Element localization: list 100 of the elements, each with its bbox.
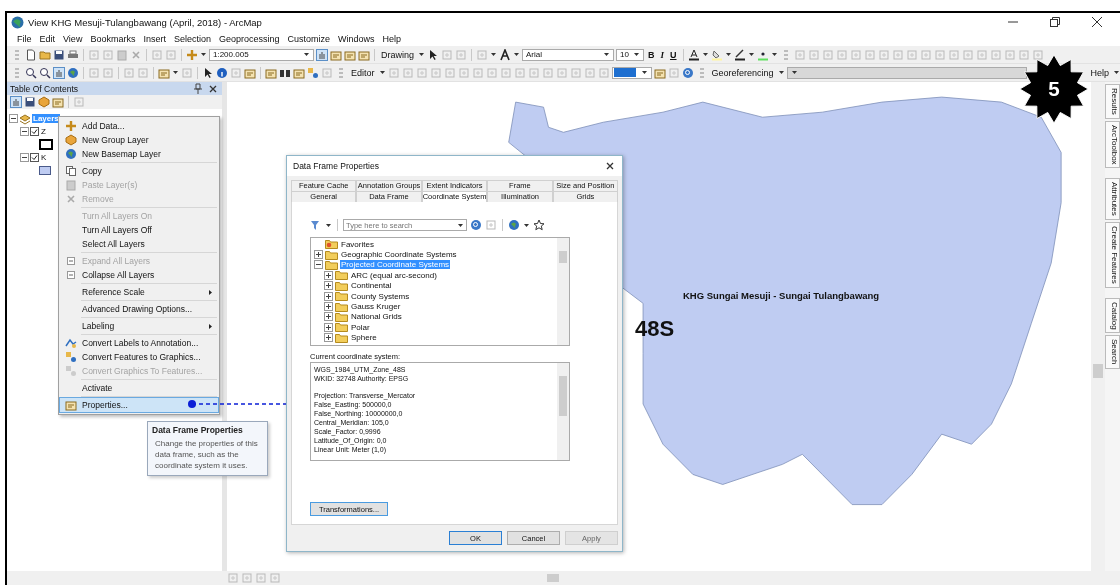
menu-item[interactable]: Convert Labels to Annotation... xyxy=(60,336,218,350)
options-icon[interactable] xyxy=(73,96,85,108)
bold-button[interactable]: B xyxy=(646,49,657,60)
line-color-icon[interactable] xyxy=(733,48,746,61)
tree-item[interactable]: Sphere xyxy=(350,333,378,343)
new-file-icon[interactable] xyxy=(25,48,37,61)
font-color-icon[interactable] xyxy=(687,48,700,61)
menu-item[interactable]: Customize xyxy=(283,33,334,44)
menu-item[interactable]: Help xyxy=(378,33,406,44)
font-dropdown[interactable]: Arial xyxy=(522,48,614,61)
data-view-icon[interactable] xyxy=(241,572,253,584)
tree-item[interactable]: County Systems xyxy=(350,291,411,301)
menu-item[interactable]: Geoprocessing xyxy=(214,33,284,44)
editor-menu[interactable]: Editor xyxy=(349,67,377,78)
menu-item[interactable]: Reference Scale xyxy=(60,285,218,299)
drawing-menu[interactable]: Drawing xyxy=(379,49,416,60)
expand-toggle[interactable] xyxy=(324,302,333,312)
expand-toggle[interactable] xyxy=(324,291,333,301)
tree-item[interactable]: Polar xyxy=(350,322,371,332)
globe-icon[interactable] xyxy=(67,66,79,79)
expand-toggle[interactable] xyxy=(324,312,333,322)
georeferencing-menu[interactable]: Georeferencing xyxy=(709,67,776,78)
window-icon[interactable] xyxy=(344,48,356,61)
full-extent-icon[interactable] xyxy=(102,66,114,79)
menu-item[interactable]: New Basemap Layer xyxy=(60,147,218,161)
menu-item[interactable]: Windows xyxy=(334,33,379,44)
scrollbar[interactable] xyxy=(557,238,569,345)
globe-icon[interactable] xyxy=(508,219,520,231)
font-size-dropdown[interactable]: 10 xyxy=(616,48,644,61)
checkbox[interactable] xyxy=(30,153,39,162)
rectangle-icon[interactable] xyxy=(476,48,488,61)
paste-icon[interactable] xyxy=(116,48,128,61)
side-tab[interactable]: Search xyxy=(1105,335,1120,369)
window-icon[interactable] xyxy=(330,48,342,61)
add-data-icon[interactable] xyxy=(186,48,198,61)
expand-toggle[interactable] xyxy=(314,250,323,260)
menu-item[interactable]: File xyxy=(13,33,36,44)
checkbox[interactable] xyxy=(30,127,39,136)
restore-icon[interactable] xyxy=(1050,17,1060,27)
layer-dropdown[interactable] xyxy=(786,66,1027,79)
window-icon[interactable] xyxy=(358,48,370,61)
expand-toggle[interactable] xyxy=(324,322,333,332)
side-tab[interactable]: Catalog xyxy=(1105,297,1120,334)
pause-icon[interactable] xyxy=(269,572,281,584)
expand-toggle[interactable] xyxy=(314,260,323,270)
tree-item[interactable]: National Grids xyxy=(350,312,403,322)
tool-icon[interactable] xyxy=(653,66,666,79)
expand-toggle[interactable] xyxy=(324,333,333,343)
tree-item[interactable]: Geographic Coordinate Systems xyxy=(340,250,458,260)
menu-item[interactable]: Copy xyxy=(60,164,218,178)
side-tab[interactable]: ArcToolbox xyxy=(1105,120,1120,169)
menu-item[interactable]: New Group Layer xyxy=(60,133,218,147)
fill-color-icon[interactable] xyxy=(710,48,723,61)
scale-dropdown[interactable]: 1:200.005 xyxy=(209,48,314,61)
underline-button[interactable]: U xyxy=(668,49,679,60)
pointer-icon[interactable] xyxy=(202,66,214,79)
menu-item[interactable]: Collapse All Layers xyxy=(60,268,218,282)
side-tab[interactable]: Create Features xyxy=(1105,222,1120,288)
expand-toggle[interactable] xyxy=(9,114,18,123)
menu-item[interactable]: Select All Layers xyxy=(60,237,218,251)
tool-icon[interactable] xyxy=(681,66,694,79)
scrollbar[interactable] xyxy=(557,363,569,460)
tree-item[interactable]: Continental xyxy=(350,281,393,291)
refresh-icon[interactable] xyxy=(255,572,267,584)
tool-icon[interactable] xyxy=(158,66,170,79)
menu-item[interactable]: Advanced Drawing Options... xyxy=(60,302,218,316)
menu-item[interactable]: Convert Features to Graphics... xyxy=(60,350,218,364)
menu-item[interactable]: Labeling xyxy=(60,319,218,333)
menu-item[interactable]: Activate xyxy=(60,381,218,395)
side-tab[interactable]: Results xyxy=(1105,84,1120,119)
menu-item[interactable]: Insert xyxy=(139,33,170,44)
info-icon[interactable] xyxy=(216,66,228,79)
menu-item[interactable]: View xyxy=(59,33,87,44)
expand-toggle[interactable] xyxy=(20,127,29,136)
tree-item[interactable]: Z xyxy=(40,127,47,136)
menu-item[interactable]: Properties... xyxy=(60,398,218,412)
text-area[interactable] xyxy=(310,362,570,461)
expand-toggle[interactable] xyxy=(324,270,333,280)
menu-item[interactable]: Bookmarks xyxy=(86,33,140,44)
pin-icon[interactable] xyxy=(192,82,204,95)
side-tab[interactable]: Attributes xyxy=(1105,178,1120,221)
zoom-out-icon[interactable] xyxy=(39,66,51,79)
layout-view-icon[interactable] xyxy=(227,572,239,584)
menu-item[interactable]: Edit xyxy=(35,33,60,44)
expand-toggle[interactable] xyxy=(20,153,29,162)
pointer-icon[interactable] xyxy=(427,48,439,61)
full-extent-icon[interactable] xyxy=(88,66,100,79)
italic-button[interactable]: I xyxy=(658,49,667,60)
add-favorite-icon[interactable] xyxy=(533,219,545,231)
close-icon[interactable] xyxy=(604,160,616,172)
menu-item[interactable]: Add Data... xyxy=(60,119,218,133)
filter-icon[interactable] xyxy=(310,219,322,231)
tree-item[interactable]: ARC (equal arc-second) xyxy=(350,270,438,280)
tool-icon[interactable] xyxy=(244,66,256,79)
text-tool-icon[interactable] xyxy=(499,48,511,61)
menu-item[interactable]: Selection xyxy=(169,33,215,44)
delete-icon[interactable] xyxy=(130,48,142,61)
tree-item[interactable]: Favorites xyxy=(340,239,375,249)
tool-icon[interactable] xyxy=(307,66,319,79)
zoom-dropdown[interactable] xyxy=(611,66,652,79)
